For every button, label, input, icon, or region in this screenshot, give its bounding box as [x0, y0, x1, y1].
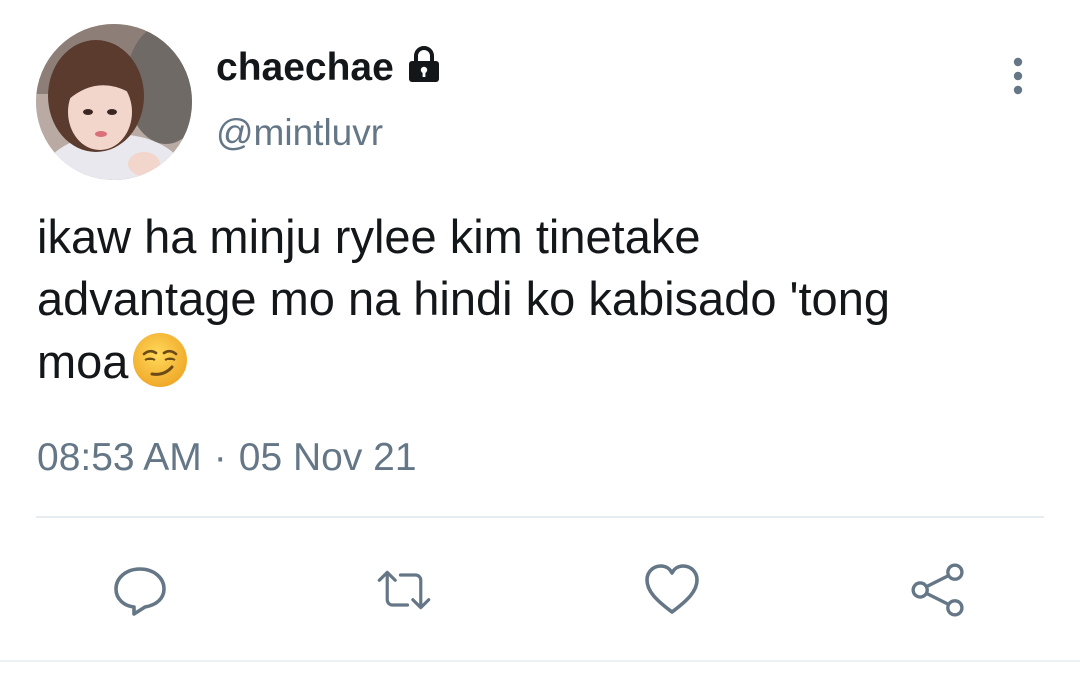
display-name[interactable]: chaechae: [216, 46, 394, 90]
reply-button[interactable]: [110, 560, 170, 620]
tweet-card: chaechae @mintluvr ikaw ha minju rylee k…: [0, 0, 1080, 681]
bottom-divider: [0, 660, 1080, 662]
avatar[interactable]: [36, 24, 192, 180]
tweet-date: 05 Nov 21: [238, 436, 417, 479]
tweet-time: 08:53 AM: [37, 436, 202, 479]
user-handle[interactable]: @mintluvr: [216, 112, 383, 154]
like-button[interactable]: [642, 560, 702, 620]
tweet-text-line-3: moa: [37, 335, 129, 388]
lock-icon: [404, 45, 444, 85]
smirking-face-emoji: [130, 330, 190, 390]
user-name-row: chaechae: [216, 44, 444, 92]
comment-icon: [114, 567, 166, 616]
share-icon: [911, 563, 964, 617]
tweet-text: ikaw ha minju rylee kim tinetake advanta…: [37, 206, 1047, 393]
divider: [36, 516, 1044, 518]
tweet-timestamp[interactable]: 08:53 AM · 05 Nov 21: [37, 436, 417, 480]
retweet-button[interactable]: [374, 560, 434, 620]
tweet-text-line-2: advantage mo na hindi ko kabisado 'tong: [37, 272, 890, 325]
share-button[interactable]: [908, 560, 968, 620]
heart-icon: [645, 564, 699, 614]
tweet-text-line-1: ikaw ha minju rylee kim tinetake: [37, 210, 701, 263]
timestamp-separator: ·: [213, 436, 227, 479]
more-vertical-icon[interactable]: [1000, 52, 1036, 100]
retweet-icon: [377, 570, 431, 610]
avatar-photo: [36, 24, 192, 180]
